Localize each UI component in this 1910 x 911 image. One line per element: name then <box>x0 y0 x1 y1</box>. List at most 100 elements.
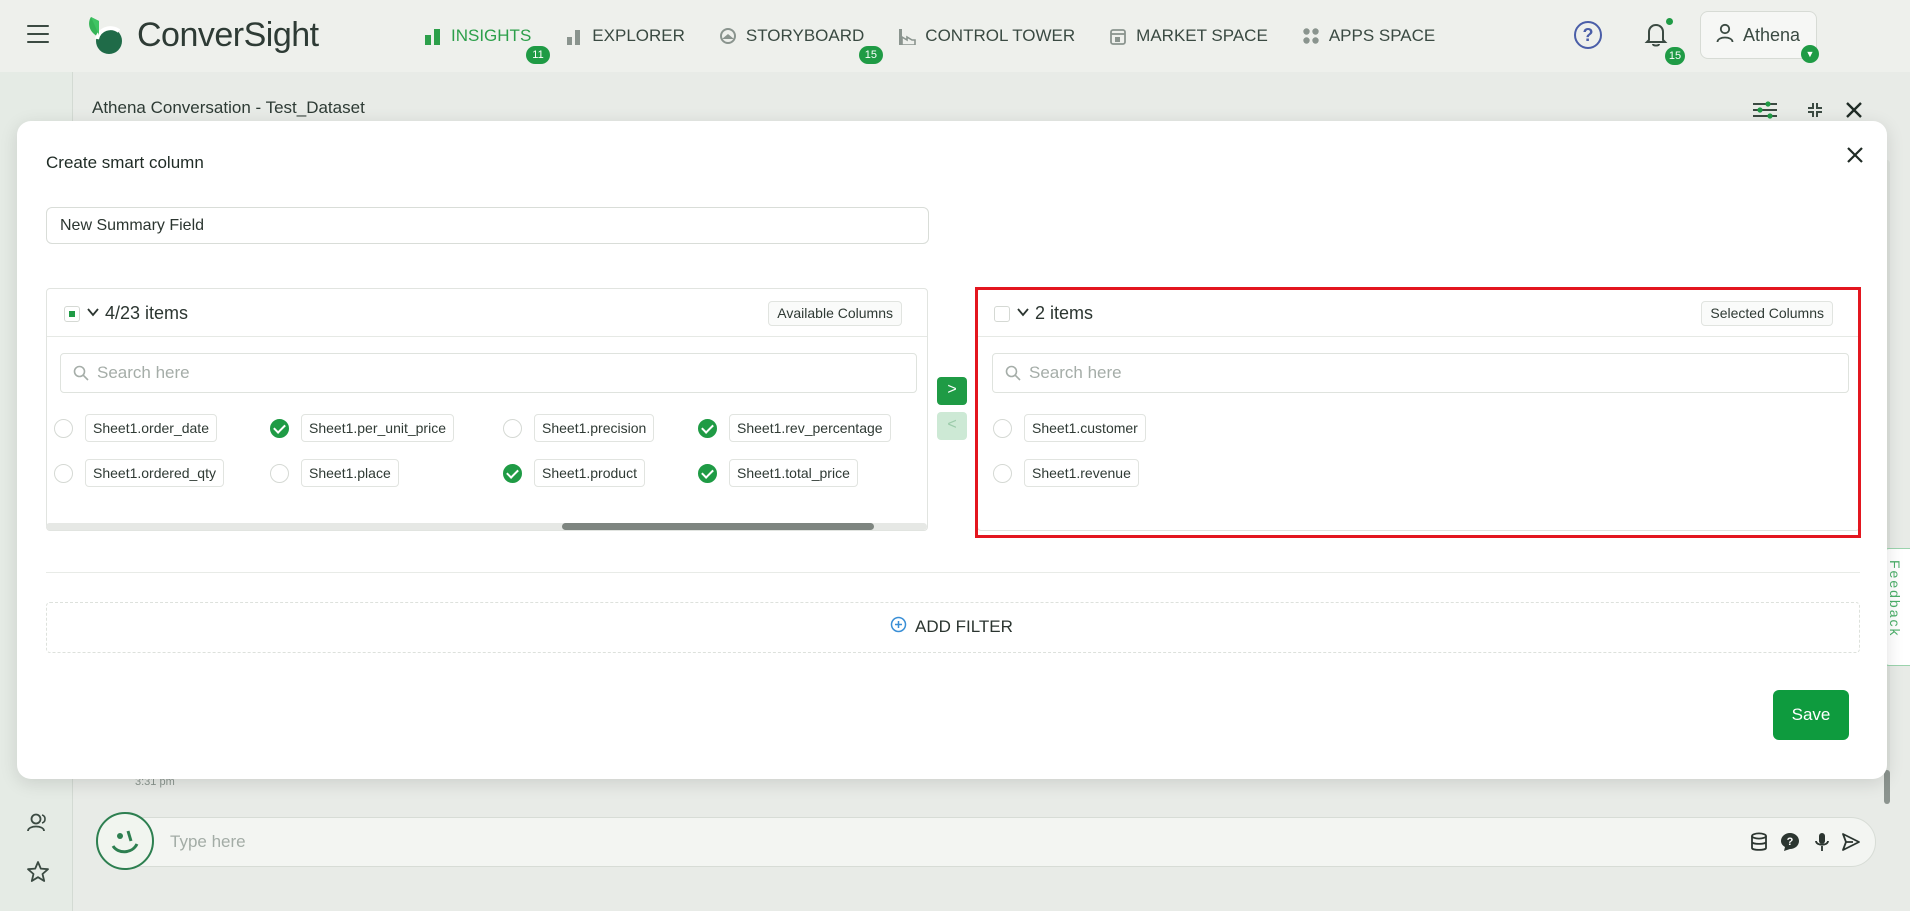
feedback-label[interactable]: Feedback <box>1887 560 1903 637</box>
conversation-title: Athena Conversation - Test_Dataset <box>92 98 365 117</box>
available-count: 4/23 items <box>105 303 189 323</box>
item-label[interactable]: Sheet1.place <box>301 459 399 487</box>
modal-divider <box>46 572 1860 573</box>
nav-item-explorer[interactable]: EXPLORER <box>565 16 685 56</box>
chevron-down-icon[interactable] <box>86 301 100 326</box>
nav-item-storyboard[interactable]: STORYBOARD 15 <box>719 16 883 64</box>
user-name: Athena <box>1743 24 1801 45</box>
nav-label-control-tower: CONTROL TOWER <box>925 26 1076 45</box>
store-icon <box>1109 27 1127 45</box>
send-icon[interactable] <box>1841 832 1861 852</box>
list-item[interactable]: Sheet1.order_date <box>54 413 217 443</box>
svg-text:?: ? <box>1787 836 1794 848</box>
chat-placeholder[interactable]: Type here <box>170 832 246 852</box>
question-bubble-icon[interactable]: ? <box>1780 832 1800 852</box>
list-item[interactable]: Sheet1.customer <box>993 413 1146 443</box>
close-modal-icon[interactable] <box>1843 143 1867 167</box>
conversight-logo[interactable]: ConverSight <box>85 13 319 57</box>
item-checkbox[interactable] <box>270 463 289 483</box>
item-checkbox[interactable] <box>993 418 1012 438</box>
select-all-selected-checkbox[interactable] <box>994 306 1010 322</box>
item-label[interactable]: Sheet1.total_price <box>729 459 858 487</box>
save-button[interactable]: Save <box>1773 690 1849 740</box>
selected-columns-panel: 2 items Selected Columns Sheet1.customer… <box>977 288 1860 531</box>
list-item[interactable]: Sheet1.total_price <box>698 458 858 488</box>
logo-mark-icon <box>85 13 129 57</box>
hamburger-menu-icon[interactable] <box>27 25 49 43</box>
notification-count-badge: 15 <box>1665 47 1685 65</box>
item-checkbox[interactable] <box>698 463 717 483</box>
list-item[interactable]: Sheet1.precision <box>503 413 655 443</box>
item-label[interactable]: Sheet1.rev_percentage <box>729 414 891 442</box>
available-search-input[interactable] <box>97 354 908 392</box>
item-checkbox[interactable] <box>503 418 522 438</box>
list-item[interactable]: Sheet1.per_unit_price <box>270 413 454 443</box>
nav-label-explorer: EXPLORER <box>592 26 685 45</box>
selected-columns-tag: Selected Columns <box>1701 301 1833 326</box>
item-checkbox[interactable] <box>503 463 522 483</box>
move-left-button[interactable]: < <box>937 412 967 440</box>
nav-label-market-space: MARKET SPACE <box>1136 26 1268 45</box>
bot-avatar-icon <box>96 812 154 870</box>
selected-search-box[interactable] <box>992 353 1849 393</box>
user-dropdown-caret-icon[interactable]: ▼ <box>1801 45 1819 63</box>
help-icon[interactable]: ? <box>1574 21 1602 49</box>
item-label[interactable]: Sheet1.product <box>534 459 645 487</box>
list-item[interactable]: Sheet1.place <box>270 458 399 488</box>
nav-label-apps-space: APPS SPACE <box>1328 26 1436 45</box>
selected-search-input[interactable] <box>1029 354 1840 392</box>
nav-item-apps-space[interactable]: APPS SPACE <box>1302 16 1435 56</box>
search-icon <box>73 365 89 381</box>
item-label[interactable]: Sheet1.ordered_qty <box>85 459 224 487</box>
database-icon[interactable] <box>1749 832 1769 852</box>
item-label[interactable]: Sheet1.per_unit_price <box>301 414 454 442</box>
item-label[interactable]: Sheet1.precision <box>534 414 655 442</box>
storyboard-count-badge: 15 <box>858 46 883 64</box>
notification-dot <box>1666 18 1673 25</box>
user-icon <box>1716 23 1734 48</box>
microphone-icon[interactable] <box>1812 832 1832 852</box>
logo-text: ConverSight <box>137 15 319 54</box>
page-scrollbar-thumb[interactable] <box>1884 770 1890 804</box>
nav-item-market-space[interactable]: MARKET SPACE <box>1109 16 1268 56</box>
item-label[interactable]: Sheet1.order_date <box>85 414 217 442</box>
user-menu-button[interactable]: Athena <box>1700 11 1817 59</box>
select-all-available-checkbox[interactable] <box>64 306 80 322</box>
factory-icon <box>898 27 917 45</box>
add-filter-button[interactable]: ADD FILTER <box>890 616 1013 638</box>
bar-chart-small-icon <box>565 27 583 45</box>
selected-columns-header: 2 items Selected Columns <box>978 289 1859 337</box>
chat-input-bar[interactable] <box>96 817 1876 867</box>
list-item[interactable]: Sheet1.rev_percentage <box>698 413 891 443</box>
nav-label-insights: INSIGHTS <box>451 26 532 45</box>
available-columns-tag: Available Columns <box>768 301 902 326</box>
item-checkbox[interactable] <box>993 463 1012 483</box>
item-label[interactable]: Sheet1.revenue <box>1024 459 1139 487</box>
nav-item-control-tower[interactable]: CONTROL TOWER <box>898 16 1075 56</box>
item-checkbox[interactable] <box>54 418 73 438</box>
move-right-button[interactable]: > <box>937 377 967 405</box>
list-item[interactable]: Sheet1.revenue <box>993 458 1139 488</box>
list-item[interactable]: Sheet1.ordered_qty <box>54 458 224 488</box>
add-filter-label: ADD FILTER <box>915 617 1013 636</box>
item-label[interactable]: Sheet1.customer <box>1024 414 1146 442</box>
storyboard-icon <box>719 27 737 45</box>
nav-item-insights[interactable]: INSIGHTS 11 <box>424 16 550 64</box>
star-icon[interactable] <box>26 860 50 884</box>
smart-column-name-input[interactable] <box>46 207 929 244</box>
insights-count-badge: 11 <box>526 46 550 64</box>
list-item[interactable]: Sheet1.product <box>503 458 645 488</box>
item-checkbox[interactable] <box>270 418 289 438</box>
apps-grid-icon <box>1302 27 1320 45</box>
available-search-box[interactable] <box>60 353 917 393</box>
available-columns-header: 4/23 items Available Columns <box>47 289 927 337</box>
item-checkbox[interactable] <box>698 418 717 438</box>
people-icon[interactable] <box>26 811 50 835</box>
item-checkbox[interactable] <box>54 463 73 483</box>
nav-label-storyboard: STORYBOARD <box>745 26 865 45</box>
search-icon <box>1005 365 1021 381</box>
add-circle-icon <box>890 616 907 638</box>
chevron-down-icon[interactable] <box>1016 301 1030 326</box>
horizontal-scrollbar-thumb[interactable] <box>562 523 874 530</box>
available-columns-panel: 4/23 items Available Columns Sheet1.orde… <box>46 288 928 531</box>
